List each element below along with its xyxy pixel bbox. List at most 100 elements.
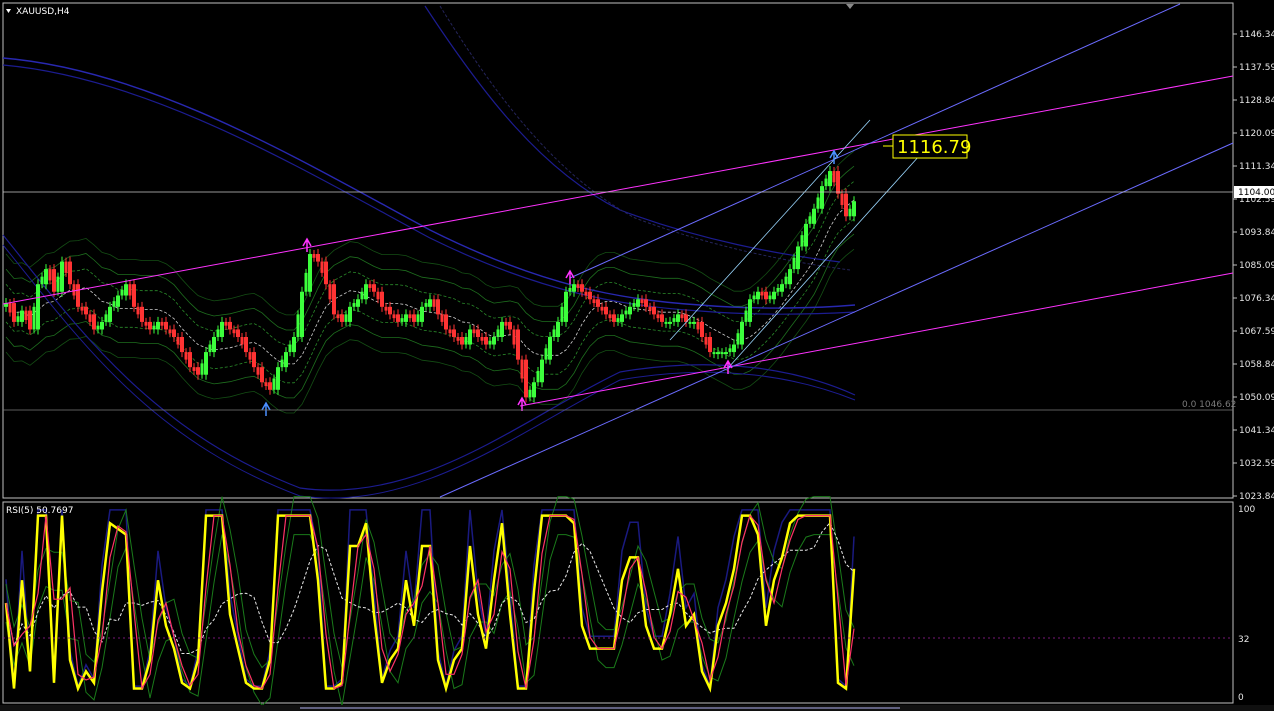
candle-body <box>104 314 108 322</box>
candle-body <box>84 306 88 315</box>
candle-body <box>776 287 780 292</box>
candle-body <box>720 352 724 355</box>
candle-body <box>780 284 784 292</box>
candle-body <box>788 269 792 285</box>
candle-body <box>24 310 28 321</box>
candle-body <box>560 306 564 322</box>
candle-body <box>600 306 604 311</box>
candle-body <box>116 295 120 307</box>
candle-body <box>372 284 376 292</box>
candle-body <box>72 284 76 296</box>
candle-body <box>128 284 132 296</box>
candle-body <box>480 336 484 341</box>
candle-body <box>320 261 324 273</box>
candle-body <box>164 321 168 330</box>
candle-body <box>680 314 684 319</box>
candle-body <box>676 314 680 322</box>
candle-body <box>572 284 576 292</box>
candle-body <box>360 291 364 300</box>
candle-body <box>20 310 24 322</box>
candle-body <box>496 329 500 337</box>
candle-body <box>224 321 228 326</box>
candle-body <box>200 363 204 375</box>
candle-body <box>744 310 748 322</box>
candle-body <box>736 333 740 345</box>
candle-body <box>696 321 700 330</box>
candle-body <box>304 272 308 292</box>
candle-body <box>192 367 196 371</box>
price-callout-label: 1116.79 <box>897 137 971 158</box>
candle-body <box>92 314 96 330</box>
candle-body <box>608 314 612 319</box>
candle-body <box>416 314 420 322</box>
candle-body <box>324 261 328 285</box>
candle-body <box>504 321 508 326</box>
candle-body <box>812 208 816 224</box>
candle-body <box>120 289 124 296</box>
candle-body <box>716 352 720 355</box>
candle-body <box>204 352 208 375</box>
price-tick-label: 1032.59 <box>1239 459 1274 469</box>
candle-body <box>184 352 188 360</box>
candle-body <box>800 235 804 247</box>
candle-body <box>604 306 608 315</box>
candle-body <box>672 318 676 322</box>
candle-body <box>268 382 272 390</box>
candle-body <box>668 321 672 324</box>
candle-body <box>432 299 436 307</box>
price-axis[interactable]: 1146.341137.591128.841120.091111.341102.… <box>1233 30 1274 502</box>
candle-body <box>488 340 492 345</box>
candle-body <box>252 352 256 368</box>
candle-body <box>648 306 652 311</box>
candle-body <box>836 171 840 194</box>
candle-body <box>492 336 496 345</box>
candle-body <box>468 329 472 345</box>
candle-body <box>228 321 232 330</box>
candle-body <box>632 303 636 307</box>
candle-body <box>820 186 824 209</box>
candle-body <box>256 367 260 375</box>
candle-body <box>140 306 144 322</box>
candle-body <box>472 329 476 334</box>
candle-body <box>448 329 452 334</box>
candle-body <box>60 261 64 292</box>
candle-body <box>852 201 856 217</box>
candle-body <box>660 314 664 322</box>
price-tick-label: 1146.34 <box>1239 30 1274 40</box>
candle-body <box>144 321 148 326</box>
candle-body <box>424 303 428 307</box>
candle-body <box>564 291 568 322</box>
rsi-tick-100: 100 <box>1238 505 1255 515</box>
candle-body <box>332 284 336 315</box>
candle-body <box>536 370 540 383</box>
candle-body <box>548 336 552 360</box>
candle-body <box>64 261 68 273</box>
candle-body <box>384 306 388 311</box>
candle-body <box>452 329 456 337</box>
candle-body <box>136 306 140 315</box>
candle-body <box>552 329 556 337</box>
candle-body <box>404 314 408 322</box>
candle-body <box>284 352 288 368</box>
price-tick-label: 1058.84 <box>1239 360 1274 370</box>
candle-body <box>272 378 276 390</box>
candle-body <box>132 284 136 307</box>
candle-body <box>540 359 544 383</box>
price-tick-label: 1093.84 <box>1239 228 1274 238</box>
candle-body <box>248 352 252 360</box>
candle-body <box>848 208 852 217</box>
candle-body <box>764 291 768 300</box>
candle-body <box>68 261 72 285</box>
candle-body <box>808 216 812 224</box>
candle-body <box>196 367 200 375</box>
candle-body <box>520 359 524 379</box>
candle-body <box>220 321 224 337</box>
candle-body <box>844 193 848 217</box>
chart-svg[interactable]: XAUUSD,H4 1146.34 1137.59 1128.84 1120.09 11… <box>0 0 1274 711</box>
candle-body <box>180 336 184 353</box>
candle-body <box>328 284 332 300</box>
candle-body <box>52 269 56 292</box>
candle-body <box>216 329 220 337</box>
candle-body <box>392 314 396 319</box>
candle-body <box>728 348 732 353</box>
